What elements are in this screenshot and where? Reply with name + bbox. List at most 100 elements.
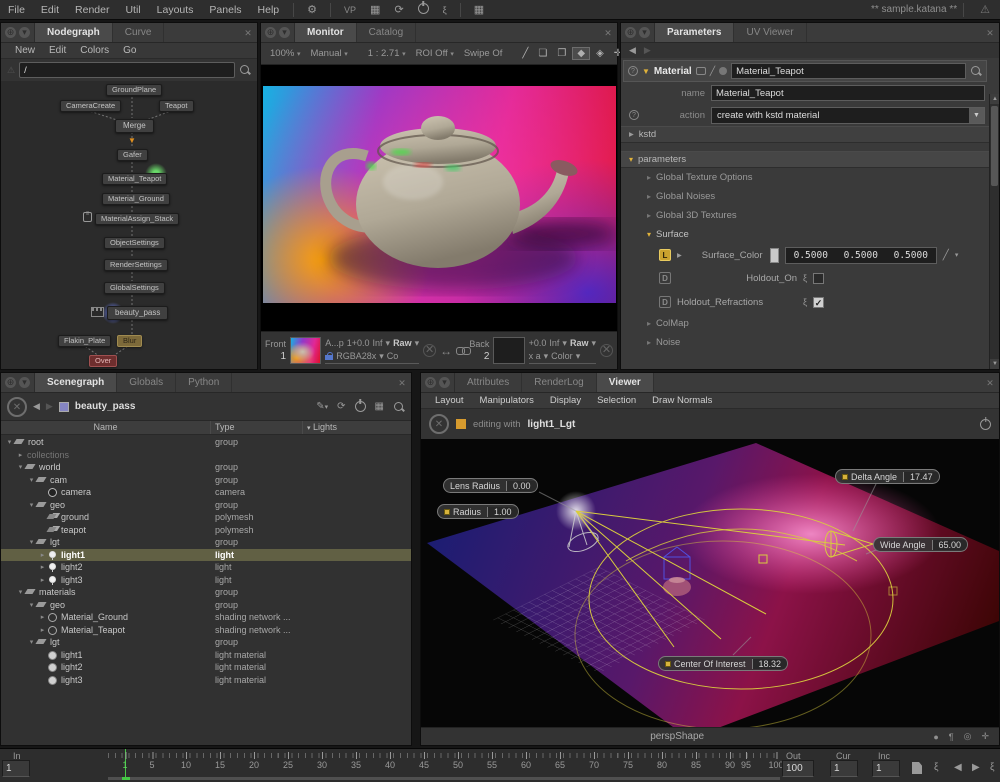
menu-help[interactable]: Help	[250, 4, 288, 16]
row-ground[interactable]: groundpolymesh	[1, 511, 411, 524]
tab-scenegraph[interactable]: Scenegraph	[35, 373, 117, 392]
node-blur[interactable]: Blur	[117, 335, 142, 347]
parameters-section[interactable]: ▾ parameters	[621, 151, 989, 168]
close-icon[interactable]: ✕	[981, 373, 999, 392]
panel-menu-icon[interactable]: ▾	[279, 27, 290, 38]
row-light3-material[interactable]: light3light material	[1, 674, 411, 687]
history-forward-icon[interactable]: ▶	[46, 401, 53, 412]
row-teapot[interactable]: teapotpolymesh	[1, 524, 411, 537]
next-frame-icon[interactable]: ▶	[972, 762, 980, 773]
prev-frame-icon[interactable]: ◀	[954, 762, 962, 773]
node-rendersettings[interactable]: RenderSettings	[104, 259, 168, 271]
increment-field[interactable]	[872, 760, 900, 777]
panel-menu-icon[interactable]: ▾	[19, 27, 30, 38]
menu-go[interactable]: Go	[117, 45, 142, 56]
row-material-ground[interactable]: ▸Material_Groundshading network ...	[1, 611, 411, 624]
color-dropdown[interactable]: Color	[551, 351, 573, 361]
split-icon[interactable]: ⊕	[625, 27, 636, 38]
camera-shape-name[interactable]: perspShape	[421, 731, 933, 742]
frame-ruler[interactable]: 1 5 10 15 20 25 30 35 40 45 50 55 60 65 …	[108, 749, 780, 777]
add-icon[interactable]: ✛	[981, 731, 989, 742]
scrollbar[interactable]: ▲ ▼	[989, 94, 999, 369]
scroll-thumb[interactable]	[991, 106, 998, 186]
row-camera[interactable]: cameracamera	[1, 486, 411, 499]
mode-dropdown[interactable]: Manual ▾	[306, 48, 351, 59]
close-icon[interactable]: ✕	[393, 373, 411, 392]
menu-layouts[interactable]: Layouts	[149, 4, 202, 16]
front-thumbnail[interactable]	[290, 337, 321, 364]
row-light1-selected[interactable]: ▸light1light	[1, 549, 411, 562]
clear-back-icon[interactable]: ✕	[600, 344, 613, 357]
hud-radius[interactable]: Radius1.00	[437, 504, 519, 519]
group-colmap[interactable]: ▸ ColMap	[621, 314, 989, 333]
row-materials[interactable]: ▾materialsgroup	[1, 586, 411, 599]
annotate-icon[interactable]: ╱	[518, 48, 532, 59]
close-icon[interactable]: ✕	[599, 23, 617, 42]
color-dropdown[interactable]: Co	[387, 351, 399, 361]
scroll-up-icon[interactable]: ▲	[990, 94, 999, 104]
refresh-icon[interactable]: ⟳	[387, 3, 410, 16]
render-slate-icon[interactable]: ▦	[375, 401, 384, 412]
close-icon[interactable]: ✕	[981, 23, 999, 42]
monitor-view[interactable]: Front 1 A...p 1+0.0 Inf ▾ Raw ▾ RGBA28x …	[261, 65, 617, 369]
pixel-probe-icon[interactable]: ◆	[572, 47, 590, 60]
power-icon[interactable]	[411, 3, 436, 17]
ratio-dropdown[interactable]: 1 : 2.71 ▾	[364, 48, 410, 59]
render-slate-icon[interactable]: ▦	[363, 3, 387, 16]
hud-wide-angle[interactable]: Wide Angle65.00	[873, 537, 968, 552]
history-back-icon[interactable]: ◀	[629, 45, 636, 56]
node-objectsettings[interactable]: ObjectSettings	[104, 237, 165, 249]
color-values[interactable]: 0.5000 0.5000 0.5000	[785, 247, 937, 264]
group-global-noises[interactable]: ▸ Global Noises	[621, 187, 989, 206]
tab-python[interactable]: Python	[176, 373, 232, 392]
node-flakin-plate[interactable]: Flakin_Plate	[58, 335, 111, 347]
history-back-icon[interactable]: ◀	[33, 401, 40, 412]
tab-catalog[interactable]: Catalog	[357, 23, 416, 42]
column-lights[interactable]: ▾ Lights	[303, 421, 411, 434]
node-material-ground[interactable]: Material_Ground	[102, 193, 170, 205]
row-light2[interactable]: ▸light2light	[1, 561, 411, 574]
column-name[interactable]: Name	[1, 421, 211, 434]
warning-icon[interactable]: ⚠	[970, 3, 1000, 16]
out-frame-field[interactable]	[782, 760, 814, 777]
row-materials-lgt[interactable]: ▾lgtgroup	[1, 636, 411, 649]
zoom-dropdown[interactable]: 100% ▾	[266, 48, 304, 59]
menu-display[interactable]: Display	[544, 395, 587, 406]
expander-icon[interactable]: ▸	[647, 338, 651, 347]
expander-icon[interactable]: ▸	[629, 125, 634, 144]
dropdown-icon[interactable]: ▼	[969, 108, 984, 123]
menu-util[interactable]: Util	[117, 4, 148, 16]
color-swatch[interactable]	[770, 248, 779, 263]
column-type[interactable]: Type	[211, 421, 303, 434]
exposure-value[interactable]: +0.0	[529, 338, 547, 348]
tab-curve[interactable]: Curve	[113, 23, 165, 42]
keyframe-icon[interactable]: ξ	[436, 5, 454, 15]
row-geo[interactable]: ▾geogroup	[1, 499, 411, 512]
menu-colors[interactable]: Colors	[74, 45, 115, 56]
menu-layout[interactable]: Layout	[429, 395, 470, 406]
row-material-teapot[interactable]: ▸Material_Teapotshading network ...	[1, 624, 411, 637]
alpha-label[interactable]: A...p	[325, 338, 344, 348]
tab-attributes[interactable]: Attributes	[455, 373, 522, 392]
holdout-on-checkbox[interactable]	[813, 273, 824, 284]
tab-uv-viewer[interactable]: UV Viewer	[734, 23, 806, 42]
raw-dropdown[interactable]: Raw	[393, 338, 412, 348]
prev-keyframe-icon[interactable]: ξ	[934, 762, 938, 773]
tab-nodegraph[interactable]: Nodegraph	[35, 23, 113, 42]
menu-new[interactable]: New	[9, 45, 41, 56]
refresh-icon[interactable]: ⟳	[337, 401, 345, 412]
menu-edit[interactable]: Edit	[43, 45, 72, 56]
eye-icon[interactable]: ●	[933, 732, 938, 742]
tab-viewer[interactable]: Viewer	[597, 373, 654, 392]
tab-globals[interactable]: Globals	[117, 373, 176, 392]
node-materialassign-stack[interactable]: MaterialAssign_Stack	[95, 213, 179, 225]
link-buffers-icon[interactable]	[456, 347, 465, 354]
exposure-value[interactable]: 1+0.0	[347, 338, 370, 348]
swap-buffers-icon[interactable]: ↔	[440, 344, 452, 358]
local-badge[interactable]: L	[659, 249, 671, 261]
dropdown-icon[interactable]: ▾	[955, 251, 959, 259]
node-material-teapot[interactable]: Material_Teapot	[102, 173, 167, 185]
node-merge[interactable]: Merge	[115, 119, 154, 133]
eyedropper-icon[interactable]: ╱	[943, 250, 949, 261]
panel-menu-icon[interactable]: ▾	[19, 377, 30, 388]
